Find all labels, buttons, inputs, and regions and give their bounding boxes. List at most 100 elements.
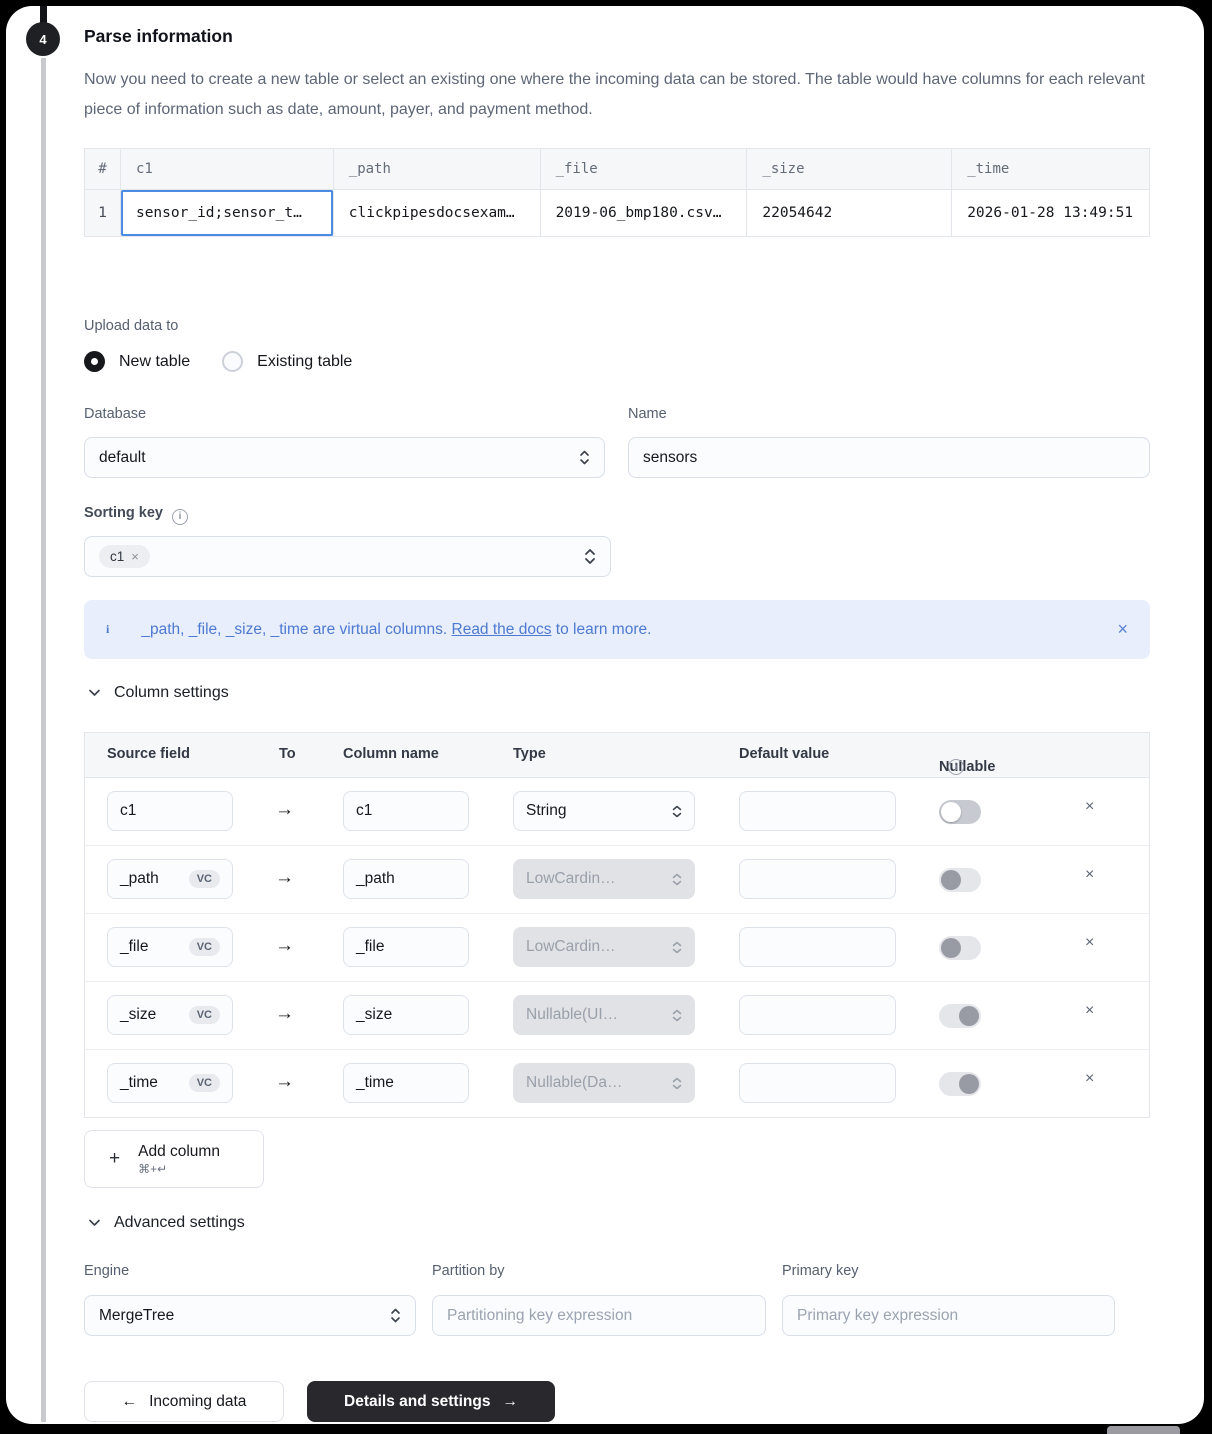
source-field-header: Source field [107, 746, 190, 762]
banner-text: _path, _file, _size, _time are virtual c… [141, 621, 651, 639]
column-name-value: _time [356, 1074, 394, 1092]
banner-text-main: _path, _file, _size, _time are virtual c… [141, 621, 451, 638]
time-cell[interactable]: 2026-01-28 13:49:51 [952, 190, 1149, 236]
source-field-value: c1 [120, 802, 136, 820]
default-value-input[interactable] [739, 927, 896, 967]
chevron-updown-icon [672, 1009, 682, 1022]
type-select: LowCardin… [513, 859, 695, 899]
to-header: To [279, 746, 296, 762]
info-icon[interactable]: i [948, 759, 964, 775]
column-name-input[interactable]: _path [343, 859, 469, 899]
vc-badge: VC [189, 1006, 220, 1024]
nullable-toggle [939, 936, 981, 960]
nullable-toggle[interactable] [939, 800, 981, 824]
add-column-label: Add column [138, 1143, 220, 1161]
remove-row-icon[interactable]: × [1085, 1002, 1094, 1020]
type-select[interactable]: String [513, 791, 695, 831]
partition-by-input[interactable] [432, 1295, 766, 1336]
details-and-settings-button[interactable]: Details and settings → [307, 1381, 555, 1422]
preview-header-file: _file [541, 149, 748, 190]
file-cell[interactable]: 2019-06_bmp180.csv… [541, 190, 748, 236]
engine-select[interactable]: MergeTree [84, 1295, 416, 1336]
arrow-right-icon: → [275, 1003, 294, 1025]
source-field-input[interactable]: c1VC [107, 791, 233, 831]
arrow-right-icon: → [275, 867, 294, 889]
new-table-label[interactable]: New table [119, 353, 190, 371]
column-settings-table: Source field To Column name Type Default… [84, 732, 1150, 1118]
nullable-toggle [939, 1004, 981, 1028]
table-choice-radios: New table Existing table [84, 351, 370, 372]
chevron-updown-icon [672, 1077, 682, 1090]
sorting-key-select[interactable]: c1 × [84, 536, 611, 577]
remove-row-icon[interactable]: × [1085, 798, 1094, 816]
default-value-input[interactable] [739, 1063, 896, 1103]
chevron-updown-icon [584, 548, 596, 565]
database-select[interactable]: default [84, 437, 605, 478]
type-select: LowCardin… [513, 927, 695, 967]
default-value-input[interactable] [739, 995, 896, 1035]
chevron-updown-icon [390, 1308, 401, 1323]
background-notch [1107, 1426, 1180, 1434]
column-name-input[interactable]: _file [343, 927, 469, 967]
type-value: String [526, 802, 672, 820]
source-field-input[interactable]: _fileVC [107, 927, 233, 967]
arrow-right-icon: → [275, 799, 294, 821]
primary-key-label: Primary key [782, 1263, 859, 1279]
tag-remove-icon[interactable]: × [131, 549, 139, 564]
parse-information-page: 4 Parse information Now you need to crea… [0, 0, 1212, 1434]
source-field-input[interactable]: _pathVC [107, 859, 233, 899]
vc-badge: VC [189, 1074, 220, 1092]
column-name-input[interactable]: _size [343, 995, 469, 1035]
column-name-input[interactable]: c1 [343, 791, 469, 831]
sorting-key-tag-value: c1 [110, 549, 124, 564]
column-row-c1: c1VC → c1 String × [85, 778, 1149, 846]
engine-label: Engine [84, 1263, 129, 1279]
incoming-data-button[interactable]: ← Incoming data [84, 1381, 284, 1422]
chevron-updown-icon [672, 873, 682, 886]
column-settings-head: Source field To Column name Type Default… [85, 733, 1149, 778]
page-title: Parse information [84, 26, 233, 47]
source-field-value: _time [120, 1074, 158, 1092]
info-icon[interactable]: i [172, 509, 188, 525]
path-cell[interactable]: clickpipesdocsexam… [334, 190, 541, 236]
existing-table-label[interactable]: Existing table [257, 353, 352, 371]
toggle-knob [959, 1074, 979, 1094]
chevron-down-icon [88, 685, 101, 700]
size-cell[interactable]: 22054642 [747, 190, 952, 236]
partition-by-label: Partition by [432, 1263, 505, 1279]
column-settings-header[interactable]: Column settings [88, 684, 229, 702]
sorting-key-tag[interactable]: c1 × [99, 545, 150, 568]
c1-cell-selected[interactable]: sensor_id;sensor_t… [121, 190, 334, 236]
column-name-value: _path [356, 870, 395, 888]
remove-row-icon[interactable]: × [1085, 934, 1094, 952]
arrow-right-icon: → [275, 1071, 294, 1093]
sorting-key-text: Sorting key [84, 505, 163, 521]
banner-close-icon[interactable]: × [1117, 619, 1128, 640]
step-number: 4 [39, 32, 46, 47]
remove-row-icon[interactable]: × [1085, 1070, 1094, 1088]
step-number-badge: 4 [26, 22, 60, 56]
default-value-input[interactable] [739, 791, 896, 831]
name-input[interactable] [628, 437, 1150, 478]
source-field-input[interactable]: _time VC [107, 1063, 233, 1103]
column-name-input[interactable]: _time [343, 1063, 469, 1103]
add-column-button[interactable]: + Add column ⌘+↵ [84, 1130, 264, 1188]
add-column-shortcut: ⌘+↵ [138, 1162, 220, 1176]
source-field-input[interactable]: _sizeVC [107, 995, 233, 1035]
primary-key-input[interactable] [782, 1295, 1115, 1336]
source-field-value: _path [120, 870, 159, 888]
new-table-radio[interactable] [84, 351, 105, 372]
read-the-docs-link[interactable]: Read the docs [452, 621, 552, 638]
arrow-right-icon: → [275, 935, 294, 957]
existing-table-radio[interactable] [222, 351, 243, 372]
upload-data-to-label: Upload data to [84, 318, 178, 334]
nullable-toggle [939, 1072, 981, 1096]
remove-row-icon[interactable]: × [1085, 866, 1094, 884]
arrow-right-icon: → [502, 1393, 518, 1411]
advanced-settings-header[interactable]: Advanced settings [88, 1214, 245, 1232]
advanced-settings-title: Advanced settings [114, 1214, 245, 1232]
column-name-value: _file [356, 938, 384, 956]
column-row-size: _sizeVC → _size Nullable(UI… × [85, 982, 1149, 1050]
default-value-input[interactable] [739, 859, 896, 899]
banner-info-icon: i [106, 622, 109, 637]
